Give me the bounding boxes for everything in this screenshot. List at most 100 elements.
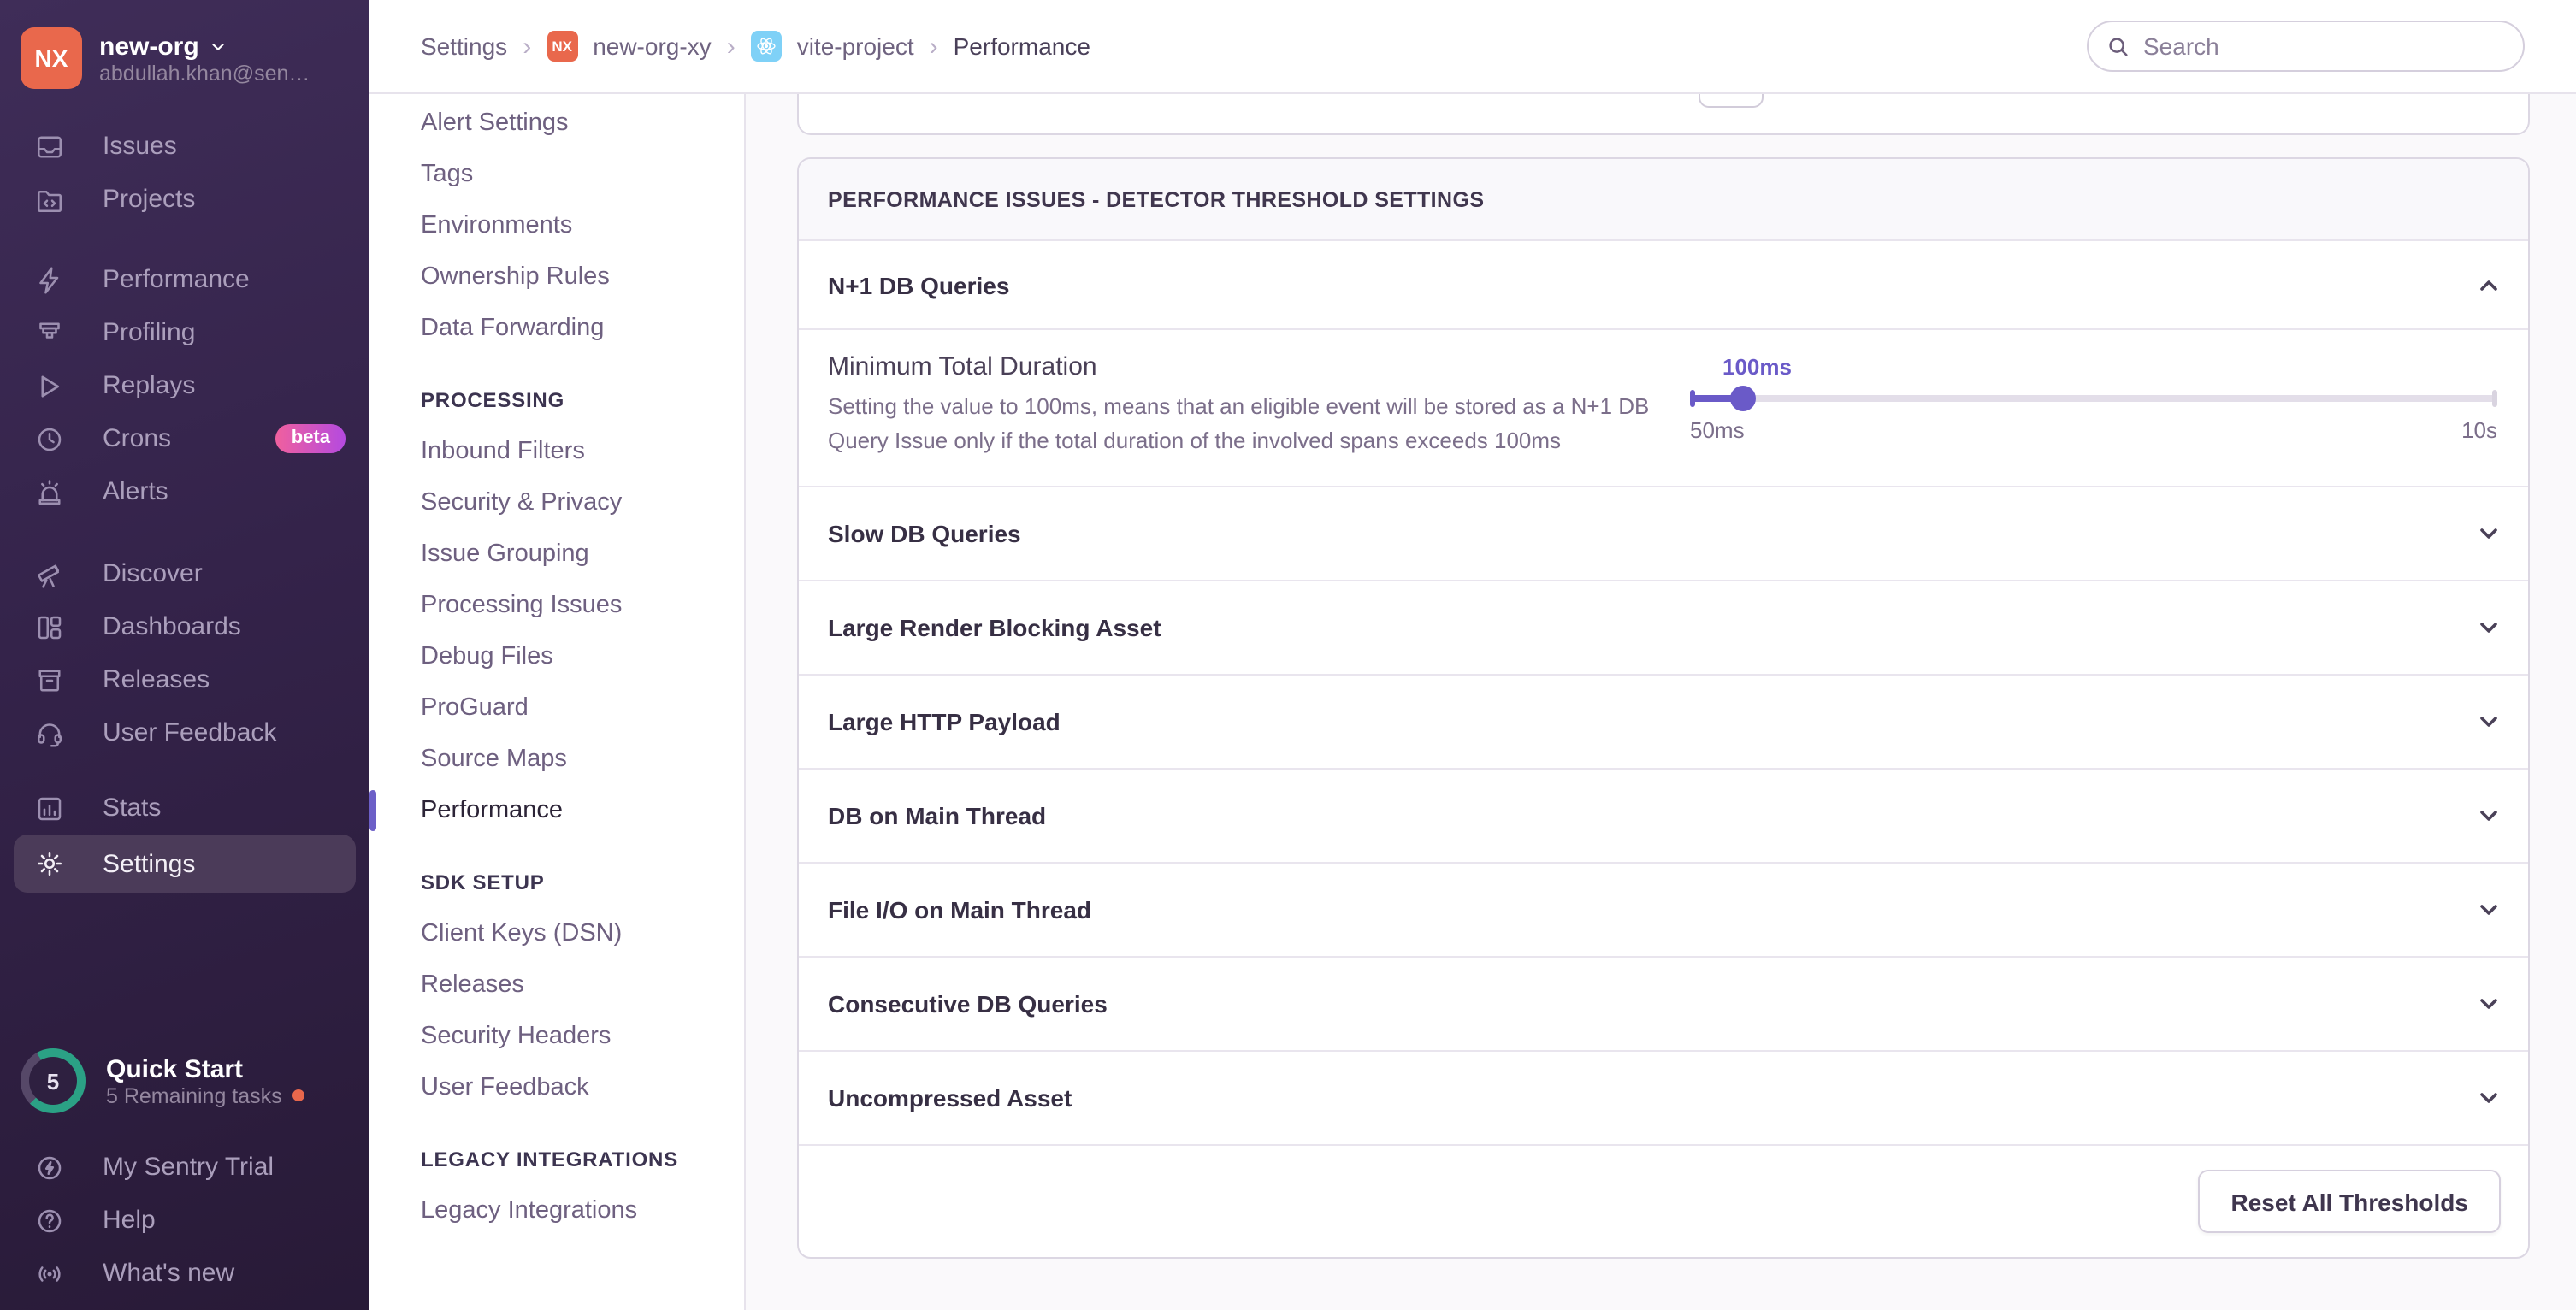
breadcrumb-org[interactable]: new-org-xy: [593, 32, 712, 60]
chevron-down-icon: [2477, 522, 2501, 546]
trial-icon: [34, 1152, 65, 1183]
settings-nav-item-security-privacy[interactable]: Security & Privacy: [369, 477, 744, 528]
search-input[interactable]: [2143, 32, 2506, 60]
org-name: new-org: [99, 32, 199, 61]
settings-nav-item-data-forwarding[interactable]: Data Forwarding: [369, 303, 744, 354]
sidebar-item-help[interactable]: Help: [0, 1194, 369, 1247]
sidebar-item-profiling[interactable]: Profiling: [0, 306, 369, 359]
breadcrumb-project[interactable]: vite-project: [797, 32, 914, 60]
crons-icon: [34, 423, 65, 454]
settings-nav-label: Security & Privacy: [421, 489, 622, 516]
settings-nav-group-header: PROCESSING: [369, 375, 744, 426]
breadcrumb-current-page[interactable]: Performance: [954, 32, 1090, 60]
detector-name: Consecutive DB Queries: [828, 990, 1108, 1018]
projects-icon: [34, 184, 65, 215]
settings-nav-label: Releases: [421, 971, 524, 999]
settings-nav-item-client-keys[interactable]: Client Keys (DSN): [369, 908, 744, 959]
sidebar-item-label: Crons: [103, 424, 171, 453]
chevron-down-icon: [2477, 710, 2501, 734]
settings-nav-item-alert-settings[interactable]: Alert Settings: [369, 97, 744, 149]
help-icon: [34, 1205, 65, 1236]
sidebar-item-alerts[interactable]: Alerts: [0, 465, 369, 518]
detector-threshold-panel: PERFORMANCE ISSUES - DETECTOR THRESHOLD …: [797, 157, 2530, 1259]
org-email: abdullah.khan@sen…: [99, 61, 310, 85]
settings-nav-label: Inbound Filters: [421, 438, 585, 465]
settings-nav-item-debug-files[interactable]: Debug Files: [369, 631, 744, 682]
sidebar-item-my-sentry-trial[interactable]: My Sentry Trial: [0, 1141, 369, 1194]
settings-nav-item-environments[interactable]: Environments: [369, 200, 744, 251]
sidebar-item-label: Profiling: [103, 318, 195, 347]
sidebar-item-settings[interactable]: Settings: [14, 835, 356, 893]
settings-nav-item-performance[interactable]: Performance: [369, 785, 744, 836]
breadcrumb-settings[interactable]: Settings: [421, 32, 507, 60]
settings-nav-item-user-feedback[interactable]: User Feedback: [369, 1062, 744, 1113]
settings-nav-item-ownership-rules[interactable]: Ownership Rules: [369, 251, 744, 303]
detector-row-n-plus-one[interactable]: N+1 DB Queries: [799, 241, 2528, 328]
detector-name: Uncompressed Asset: [828, 1084, 1072, 1112]
settings-nav-label: Issue Grouping: [421, 540, 589, 568]
settings-nav-label: Source Maps: [421, 746, 567, 773]
stats-icon: [34, 793, 65, 823]
sidebar-item-projects[interactable]: Projects: [0, 173, 369, 226]
slider-thumb[interactable]: [1730, 386, 1756, 411]
chevron-up-icon: [2477, 273, 2501, 297]
settings-nav-item-inbound-filters[interactable]: Inbound Filters: [369, 426, 744, 477]
sidebar-item-whats-new[interactable]: What's new: [0, 1247, 369, 1300]
settings-nav-item-proguard[interactable]: ProGuard: [369, 682, 744, 734]
settings-nav-item-security-headers[interactable]: Security Headers: [369, 1011, 744, 1062]
settings-nav-item-releases[interactable]: Releases: [369, 959, 744, 1011]
sidebar-item-crons[interactable]: Crons beta: [0, 412, 369, 465]
detector-row-file-io-on-main-thread[interactable]: File I/O on Main Thread: [799, 862, 2528, 956]
detector-row-large-render-blocking-asset[interactable]: Large Render Blocking Asset: [799, 580, 2528, 674]
sidebar-item-issues[interactable]: Issues: [0, 120, 369, 173]
broadcast-icon: [34, 1258, 65, 1289]
performance-icon: [34, 264, 65, 295]
detector-name: File I/O on Main Thread: [828, 896, 1091, 923]
settings-nav-item-tags[interactable]: Tags: [369, 149, 744, 200]
detector-row-large-http-payload[interactable]: Large HTTP Payload: [799, 674, 2528, 768]
search-icon: [2106, 33, 2131, 59]
detector-row-slow-db-queries[interactable]: Slow DB Queries: [799, 486, 2528, 580]
sidebar-item-releases[interactable]: Releases: [0, 653, 369, 706]
search-box[interactable]: [2087, 21, 2525, 72]
chevron-down-icon: [2477, 898, 2501, 922]
detector-row-db-on-main-thread[interactable]: DB on Main Thread: [799, 768, 2528, 862]
sidebar-item-discover[interactable]: Discover: [0, 547, 369, 600]
previous-section-card-partial: [797, 94, 2530, 135]
panel-footer: Reset All Thresholds: [799, 1144, 2528, 1257]
gear-icon: [34, 848, 65, 879]
quick-start[interactable]: 5 Quick Start 5 Remaining tasks: [0, 1048, 369, 1113]
settings-nav-item-issue-grouping[interactable]: Issue Grouping: [369, 528, 744, 580]
reset-all-thresholds-button[interactable]: Reset All Thresholds: [2199, 1170, 2502, 1233]
sidebar-item-stats[interactable]: Stats: [0, 782, 369, 835]
settings-nav-item-legacy-integrations[interactable]: Legacy Integrations: [369, 1185, 744, 1236]
settings-nav-label: Debug Files: [421, 643, 553, 670]
sidebar-item-label: Stats: [103, 794, 161, 823]
notification-dot: [292, 1089, 304, 1101]
sidebar-item-performance[interactable]: Performance: [0, 253, 369, 306]
sidebar-item-replays[interactable]: Replays: [0, 359, 369, 412]
settings-nav-group-header: SDK SETUP: [369, 857, 744, 908]
settings-nav-group-header: LEGACY INTEGRATIONS: [369, 1134, 744, 1185]
settings-nav-label: ProGuard: [421, 694, 529, 722]
detector-row-consecutive-db-queries[interactable]: Consecutive DB Queries: [799, 956, 2528, 1050]
sidebar-item-label: Projects: [103, 185, 195, 214]
sidebar-item-label: Issues: [103, 132, 177, 161]
detector-row-uncompressed-asset[interactable]: Uncompressed Asset: [799, 1050, 2528, 1144]
settings-nav-item-source-maps[interactable]: Source Maps: [369, 734, 744, 785]
breadcrumb-separator: ›: [930, 32, 938, 61]
sidebar-item-label: Settings: [103, 849, 195, 878]
org-switcher[interactable]: NX new-org abdullah.khan@sen…: [0, 0, 369, 89]
settings-nav: Alert Settings Tags Environments Ownersh…: [369, 94, 746, 1310]
slider-track[interactable]: [1690, 395, 2497, 402]
settings-nav-item-processing-issues[interactable]: Processing Issues: [369, 580, 744, 631]
settings-nav-label: Processing Issues: [421, 592, 622, 619]
settings-nav-label: Performance: [421, 797, 563, 824]
dashboards-icon: [34, 611, 65, 642]
sidebar-item-dashboards[interactable]: Dashboards: [0, 600, 369, 653]
quick-start-subtitle: 5 Remaining tasks: [106, 1083, 282, 1107]
sidebar-item-user-feedback[interactable]: User Feedback: [0, 706, 369, 759]
sidebar-item-label: Performance: [103, 265, 250, 294]
settings-nav-label: User Feedback: [421, 1074, 589, 1101]
quick-start-progress-ring: 5: [21, 1048, 86, 1113]
